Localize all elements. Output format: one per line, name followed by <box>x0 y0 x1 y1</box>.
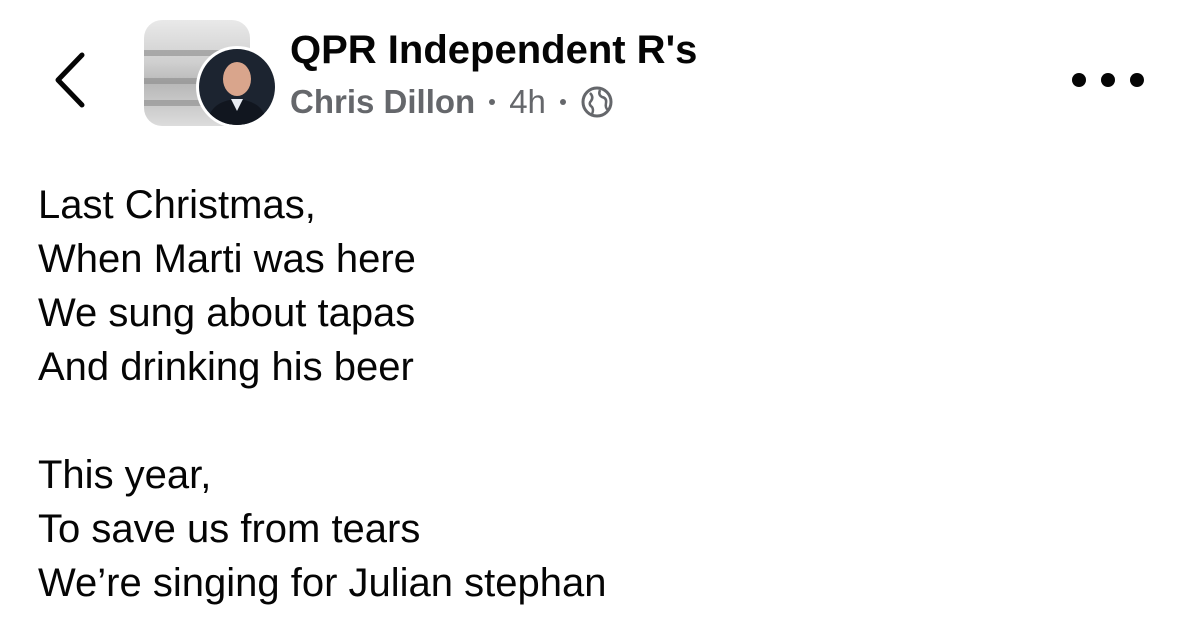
separator-dot <box>489 99 496 105</box>
more-dot <box>1101 73 1115 87</box>
group-avatar[interactable] <box>144 20 278 128</box>
stanza-gap <box>38 394 1138 448</box>
post-header: QPR Independent R's Chris Dillon 4h <box>0 0 1179 150</box>
post-line: This year, <box>38 453 212 497</box>
author-photo <box>199 49 275 125</box>
post-line: We sung about tapas <box>38 291 416 335</box>
post-line: When Marti was here <box>38 237 416 281</box>
post-line: Last Christmas, <box>38 183 316 227</box>
separator-dot <box>559 99 566 105</box>
chevron-left-icon <box>55 52 85 108</box>
author-avatar[interactable] <box>196 46 278 128</box>
post-meta: Chris Dillon 4h <box>290 80 614 124</box>
globe-icon[interactable] <box>580 85 614 119</box>
post-time[interactable]: 4h <box>509 83 546 121</box>
more-options-button[interactable] <box>1072 60 1144 100</box>
more-dot <box>1130 73 1144 87</box>
more-horizontal-icon <box>1072 73 1086 87</box>
post-line: And drinking his beer <box>38 345 414 389</box>
back-button[interactable] <box>44 48 94 112</box>
group-name[interactable]: QPR Independent R's <box>290 26 697 74</box>
post-text: Last Christmas, When Marti was here We s… <box>38 178 1138 610</box>
post-line: We’re singing for Julian stephan <box>38 561 607 605</box>
post-line: To save us from tears <box>38 507 421 551</box>
author-name[interactable]: Chris Dillon <box>290 83 475 121</box>
